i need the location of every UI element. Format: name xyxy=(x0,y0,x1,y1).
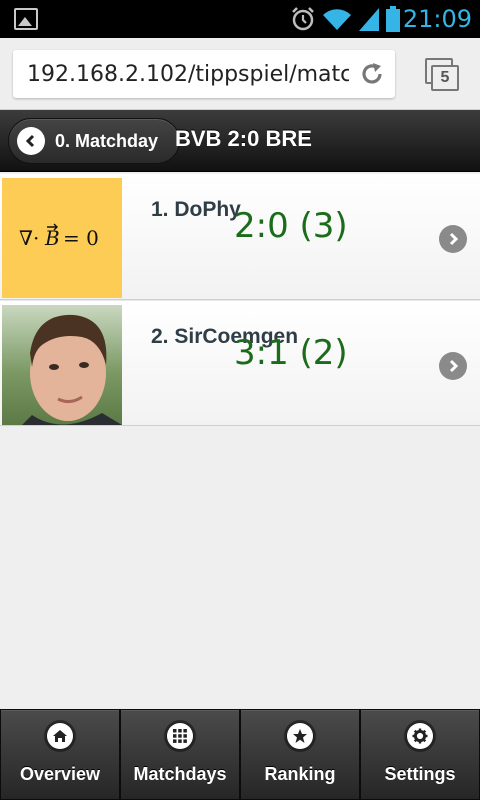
svg-text:∇·: ∇· xyxy=(19,226,39,250)
list-item[interactable]: 2. SirCoemgen 3:1 (2) xyxy=(0,300,480,426)
photo-avatar xyxy=(2,305,122,425)
back-button-label: 0. Matchday xyxy=(55,130,159,151)
alarm-icon xyxy=(292,7,314,31)
page-title: BVB 2:0 BRE xyxy=(175,126,312,151)
chevron-right-icon[interactable] xyxy=(439,352,467,380)
nav-matchdays-label: Matchdays xyxy=(133,764,227,784)
portrait-photo xyxy=(2,305,122,425)
browser-toolbar: 192.168.2.102/tippspiel/match 5 xyxy=(0,38,480,110)
star-icon xyxy=(286,722,314,750)
signal-icon xyxy=(359,8,379,31)
chevron-left-icon xyxy=(17,127,45,155)
gallery-icon xyxy=(14,8,38,30)
player-score: 3:1 (2) xyxy=(234,333,348,373)
svg-text:B: B xyxy=(44,226,60,250)
nav-settings[interactable]: Settings xyxy=(360,709,480,800)
wifi-icon xyxy=(323,9,351,31)
ranking-list: ∇· B = 0 1. DoPhy 2:0 (3) 2. SirCoemgen … xyxy=(0,174,480,426)
nav-matchdays[interactable]: Matchdays xyxy=(120,709,240,800)
svg-text:= 0: = 0 xyxy=(63,226,99,250)
nav-ranking[interactable]: Ranking xyxy=(240,709,360,800)
back-button[interactable]: 0. Matchday xyxy=(8,118,180,164)
nav-settings-label: Settings xyxy=(384,764,456,784)
grid-icon xyxy=(166,722,194,750)
status-icons xyxy=(290,6,400,32)
clock: 21:09 xyxy=(402,5,472,33)
gear-icon xyxy=(406,722,434,750)
nav-ranking-label: Ranking xyxy=(264,764,336,784)
nav-overview-label: Overview xyxy=(19,764,101,784)
status-bar: 21:09 xyxy=(0,0,480,38)
home-icon xyxy=(46,722,74,750)
chevron-right-icon[interactable] xyxy=(439,225,467,253)
list-item[interactable]: ∇· B = 0 1. DoPhy 2:0 (3) xyxy=(0,174,480,300)
nav-overview[interactable]: Overview xyxy=(0,709,120,800)
url-text[interactable]: 192.168.2.102/tippspiel/match xyxy=(27,62,349,87)
tabs-button[interactable]: 5 xyxy=(425,58,461,92)
battery-icon xyxy=(386,6,400,32)
player-name: 1. DoPhy xyxy=(151,198,241,221)
page-header: 0. Matchday BVB 2:0 BRE xyxy=(0,110,480,172)
url-field[interactable]: 192.168.2.102/tippspiel/match xyxy=(13,50,395,98)
reload-icon[interactable] xyxy=(359,61,385,87)
player-score: 2:0 (3) xyxy=(234,206,348,246)
bottom-nav: Overview Matchdays Ranking Settings xyxy=(0,709,480,800)
formula-avatar: ∇· B = 0 xyxy=(2,178,122,298)
tab-count: 5 xyxy=(431,65,459,91)
formula-image: ∇· B = 0 xyxy=(19,223,99,250)
